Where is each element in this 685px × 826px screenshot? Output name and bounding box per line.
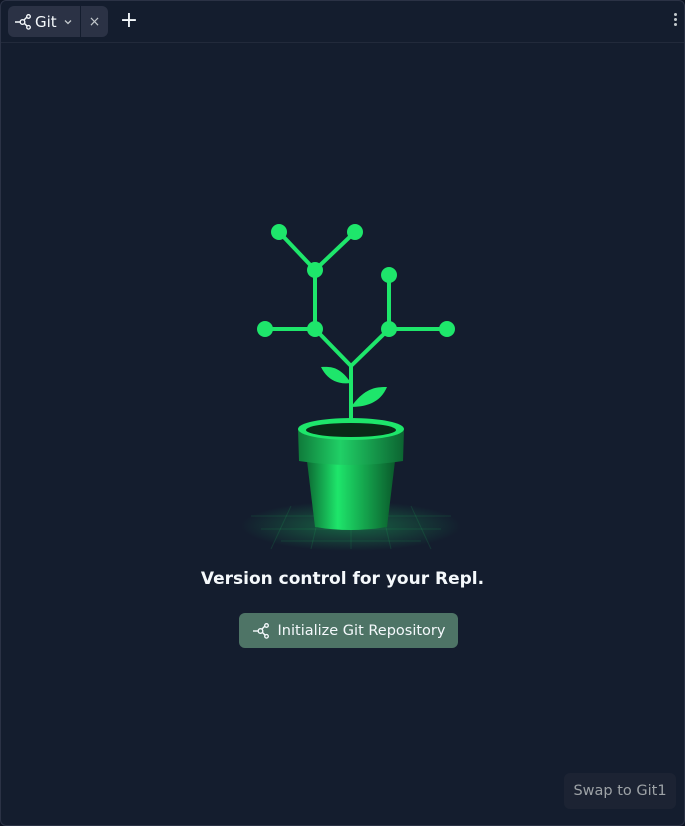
initialize-git-repository-label: Initialize Git Repository bbox=[277, 622, 446, 639]
git-branch-icon bbox=[252, 622, 269, 639]
swap-to-git1-label: Swap to Git1 bbox=[573, 783, 667, 799]
plus-icon: + bbox=[119, 8, 139, 33]
pot-soil bbox=[306, 423, 396, 437]
tab-git-main[interactable]: Git bbox=[8, 6, 80, 37]
plant-pot-illustration bbox=[241, 224, 461, 551]
tab-bar: Git × + bbox=[1, 1, 684, 43]
leaf-right bbox=[351, 387, 387, 407]
tab-git[interactable]: Git × bbox=[8, 6, 108, 37]
swap-to-git1-button[interactable]: Swap to Git1 bbox=[564, 773, 676, 809]
git-panel: Git × + Version control for your Repl. I… bbox=[0, 0, 685, 826]
kebab-dot-1 bbox=[673, 13, 677, 16]
chevron-down-icon[interactable] bbox=[63, 17, 73, 27]
close-tab-button[interactable]: × bbox=[81, 6, 108, 37]
leaf-left bbox=[321, 366, 351, 384]
close-icon: × bbox=[88, 13, 101, 30]
more-options-button[interactable] bbox=[672, 11, 678, 31]
initialize-git-repository-button[interactable]: Initialize Git Repository bbox=[239, 613, 458, 648]
empty-state-tagline: Version control for your Repl. bbox=[200, 569, 485, 589]
add-tab-button[interactable]: + bbox=[119, 10, 139, 32]
kebab-dot-2 bbox=[673, 18, 677, 21]
kebab-dot-3 bbox=[673, 23, 677, 26]
git-branch-icon bbox=[15, 13, 31, 30]
pot-body bbox=[307, 461, 395, 530]
tab-git-label: Git bbox=[35, 12, 57, 31]
